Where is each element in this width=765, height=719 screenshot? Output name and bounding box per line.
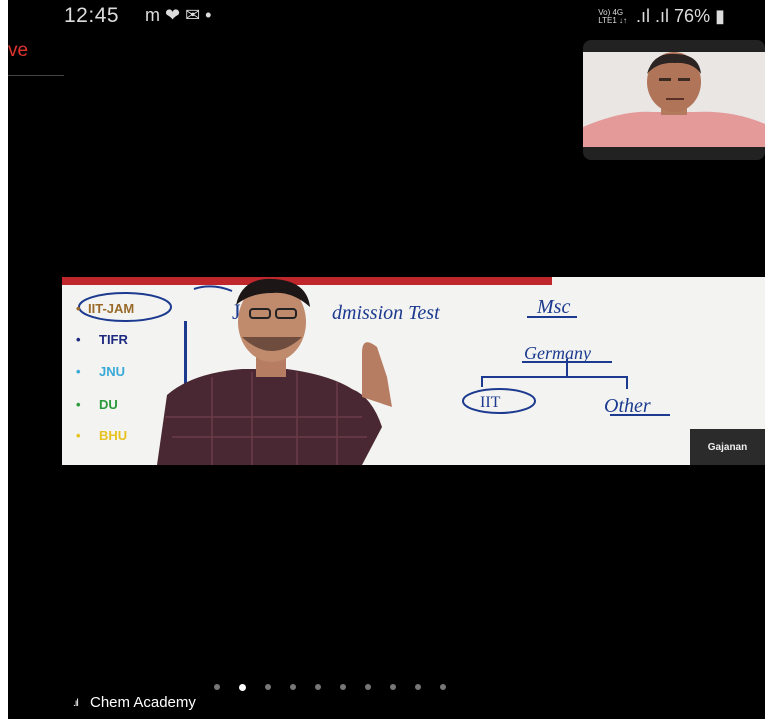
- battery-icon: ▮: [715, 6, 725, 26]
- list-item-tifr: TIFR: [99, 332, 128, 347]
- list-item-jnu: JNU: [99, 364, 125, 379]
- page-dot[interactable]: [239, 684, 246, 691]
- page-dot[interactable]: [265, 684, 271, 690]
- signal-icon: .ıl .ıl: [636, 6, 670, 26]
- live-indicator[interactable]: ve: [8, 40, 28, 62]
- shared-video-stream[interactable]: Jo dmission Test Msc Germany IIT Other •…: [62, 277, 765, 465]
- meeting-name: Chem Academy: [90, 694, 196, 711]
- list-item-du: DU: [99, 397, 118, 412]
- status-bar: 12:45 m ❤ ✉ • Vo) 4G LTE1 ↓↑ .ıl .ıl 76% …: [0, 0, 765, 34]
- list-item-bhu: BHU: [99, 428, 127, 443]
- board-text-msc: Msc: [536, 296, 570, 318]
- page-dot[interactable]: [315, 684, 321, 690]
- board-text-other: Other: [604, 395, 651, 417]
- board-text-germany: Germany: [524, 343, 591, 363]
- network-type-icon: Vo) 4G LTE1 ↓↑: [598, 8, 627, 26]
- participant-photo: [583, 52, 765, 147]
- list-item-iitjam: IIT-JAM: [88, 301, 134, 316]
- board-text-iit: IIT: [480, 394, 501, 411]
- page-dot[interactable]: [365, 684, 371, 690]
- page-dot[interactable]: [390, 684, 396, 690]
- connection-signal-icon: .ıl: [73, 698, 79, 709]
- board-text-admission: dmission Test: [332, 302, 440, 324]
- page-dot[interactable]: [340, 684, 346, 690]
- svg-text:•: •: [76, 301, 81, 316]
- page-dot[interactable]: [440, 684, 446, 690]
- page-dot[interactable]: [290, 684, 296, 690]
- svg-text:•: •: [76, 364, 81, 379]
- self-view-thumbnail[interactable]: [583, 40, 765, 160]
- notification-icons: m ❤ ✉ •: [145, 5, 212, 25]
- live-underline: [8, 75, 64, 76]
- svg-text:•: •: [76, 428, 81, 443]
- status-right: Vo) 4G LTE1 ↓↑ .ıl .ıl 76% ▮: [598, 6, 725, 27]
- svg-text:•: •: [76, 332, 81, 347]
- svg-text:•: •: [76, 397, 81, 412]
- meeting-bottom-bar: .ıl Chem Academy: [0, 684, 765, 719]
- screen-left-edge: [0, 0, 8, 719]
- battery-label: 76%: [674, 6, 711, 26]
- page-indicator[interactable]: [214, 684, 446, 691]
- participant-name-tag: Gajanan: [690, 429, 765, 465]
- page-dot[interactable]: [415, 684, 421, 690]
- whiteboard-lecture-frame: Jo dmission Test Msc Germany IIT Other •…: [62, 277, 765, 465]
- page-dot[interactable]: [214, 684, 220, 690]
- clock: 12:45: [64, 4, 120, 27]
